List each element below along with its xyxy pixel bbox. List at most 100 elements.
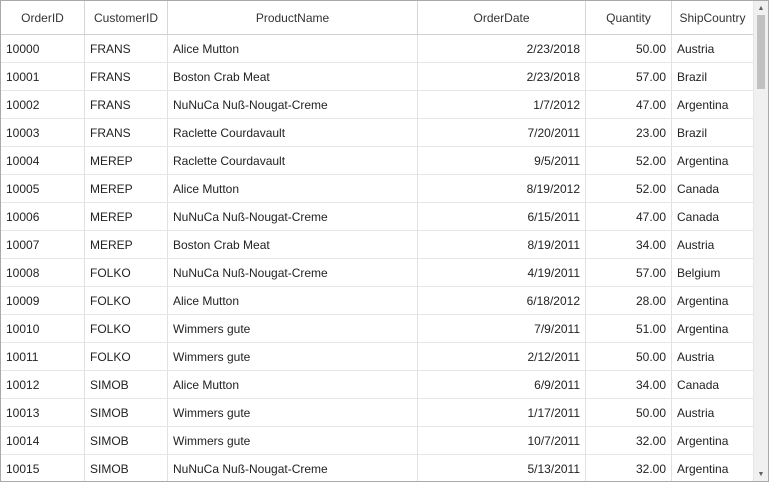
column-header-productname[interactable]: ProductName [168, 1, 418, 34]
cell-productname[interactable]: Wimmers gute [168, 399, 418, 426]
cell-orderdate[interactable]: 6/18/2012 [418, 287, 586, 314]
cell-customerid[interactable]: FOLKO [85, 343, 168, 370]
cell-quantity[interactable]: 52.00 [586, 175, 672, 202]
column-header-orderdate[interactable]: OrderDate [418, 1, 586, 34]
cell-orderdate[interactable]: 1/17/2011 [418, 399, 586, 426]
cell-orderid[interactable]: 10011 [1, 343, 85, 370]
table-row[interactable]: 10008 FOLKO NuNuCa Nuß-Nougat-Creme 4/19/20… [1, 259, 754, 287]
cell-quantity[interactable]: 50.00 [586, 399, 672, 426]
cell-shipcountry[interactable]: Austria [672, 399, 754, 426]
cell-shipcountry[interactable]: Argentina [672, 147, 754, 174]
cell-customerid[interactable]: FOLKO [85, 259, 168, 286]
cell-orderid[interactable]: 10015 [1, 455, 85, 481]
cell-orderdate[interactable]: 5/13/2011 [418, 455, 586, 481]
cell-quantity[interactable]: 52.00 [586, 147, 672, 174]
cell-quantity[interactable]: 51.00 [586, 315, 672, 342]
cell-quantity[interactable]: 50.00 [586, 343, 672, 370]
table-row[interactable]: 10004 MEREP Raclette Courdavault 9/5/2011 52… [1, 147, 754, 175]
cell-shipcountry[interactable]: Austria [672, 35, 754, 62]
cell-orderdate[interactable]: 4/19/2011 [418, 259, 586, 286]
scrollbar-thumb[interactable] [757, 15, 765, 89]
cell-orderdate[interactable]: 2/23/2018 [418, 63, 586, 90]
cell-productname[interactable]: Alice Mutton [168, 371, 418, 398]
cell-customerid[interactable]: SIMOB [85, 399, 168, 426]
cell-orderid[interactable]: 10014 [1, 427, 85, 454]
cell-orderid[interactable]: 10006 [1, 203, 85, 230]
cell-quantity[interactable]: 32.00 [586, 427, 672, 454]
cell-shipcountry[interactable]: Austria [672, 343, 754, 370]
cell-productname[interactable]: NuNuCa Nuß-Nougat-Creme [168, 455, 418, 481]
cell-productname[interactable]: Raclette Courdavault [168, 147, 418, 174]
cell-customerid[interactable]: MEREP [85, 231, 168, 258]
cell-productname[interactable]: Alice Mutton [168, 35, 418, 62]
column-header-shipcountry[interactable]: ShipCountry [672, 1, 754, 34]
cell-customerid[interactable]: MEREP [85, 203, 168, 230]
cell-orderid[interactable]: 10000 [1, 35, 85, 62]
cell-productname[interactable]: Wimmers gute [168, 315, 418, 342]
cell-orderdate[interactable]: 6/15/2011 [418, 203, 586, 230]
cell-quantity[interactable]: 50.00 [586, 35, 672, 62]
cell-productname[interactable]: Alice Mutton [168, 175, 418, 202]
cell-customerid[interactable]: SIMOB [85, 455, 168, 481]
cell-customerid[interactable]: SIMOB [85, 371, 168, 398]
cell-customerid[interactable]: FRANS [85, 119, 168, 146]
cell-customerid[interactable]: FOLKO [85, 315, 168, 342]
cell-orderdate[interactable]: 1/7/2012 [418, 91, 586, 118]
cell-shipcountry[interactable]: Argentina [672, 287, 754, 314]
cell-orderid[interactable]: 10010 [1, 315, 85, 342]
table-row[interactable]: 10010 FOLKO Wimmers gute 7/9/2011 51.00 Argen… [1, 315, 754, 343]
table-row[interactable]: 10006 MEREP NuNuCa Nuß-Nougat-Creme 6/15/20… [1, 203, 754, 231]
table-row[interactable]: 10005 MEREP Alice Mutton 8/19/2012 52.00 Cana… [1, 175, 754, 203]
cell-quantity[interactable]: 32.00 [586, 455, 672, 481]
cell-quantity[interactable]: 23.00 [586, 119, 672, 146]
cell-orderdate[interactable]: 8/19/2011 [418, 231, 586, 258]
column-header-customerid[interactable]: CustomerID [85, 1, 168, 34]
cell-productname[interactable]: Alice Mutton [168, 287, 418, 314]
cell-shipcountry[interactable]: Canada [672, 203, 754, 230]
cell-orderdate[interactable]: 9/5/2011 [418, 147, 586, 174]
table-row[interactable]: 10002 FRANS NuNuCa Nuß-Nougat-Creme 1/7/201… [1, 91, 754, 119]
cell-quantity[interactable]: 57.00 [586, 259, 672, 286]
cell-orderid[interactable]: 10007 [1, 231, 85, 258]
cell-productname[interactable]: Wimmers gute [168, 343, 418, 370]
cell-productname[interactable]: NuNuCa Nuß-Nougat-Creme [168, 259, 418, 286]
cell-customerid[interactable]: FOLKO [85, 287, 168, 314]
cell-orderdate[interactable]: 2/23/2018 [418, 35, 586, 62]
cell-quantity[interactable]: 28.00 [586, 287, 672, 314]
cell-orderid[interactable]: 10002 [1, 91, 85, 118]
cell-productname[interactable]: Wimmers gute [168, 427, 418, 454]
cell-shipcountry[interactable]: Austria [672, 231, 754, 258]
cell-customerid[interactable]: FRANS [85, 91, 168, 118]
cell-customerid[interactable]: SIMOB [85, 427, 168, 454]
cell-shipcountry[interactable]: Canada [672, 371, 754, 398]
chevron-down-icon[interactable]: ▼ [754, 467, 768, 481]
cell-quantity[interactable]: 34.00 [586, 371, 672, 398]
cell-shipcountry[interactable]: Argentina [672, 315, 754, 342]
vertical-scrollbar[interactable]: ▲ ▼ [753, 1, 768, 481]
table-row[interactable]: 10011 FOLKO Wimmers gute 2/12/2011 50.00 Aust… [1, 343, 754, 371]
cell-shipcountry[interactable]: Brazil [672, 63, 754, 90]
cell-shipcountry[interactable]: Belgium [672, 259, 754, 286]
cell-shipcountry[interactable]: Argentina [672, 91, 754, 118]
table-row[interactable]: 10014 SIMOB Wimmers gute 10/7/2011 32.00 Arge… [1, 427, 754, 455]
chevron-up-icon[interactable]: ▲ [754, 1, 768, 15]
cell-orderid[interactable]: 10003 [1, 119, 85, 146]
cell-orderid[interactable]: 10013 [1, 399, 85, 426]
cell-shipcountry[interactable]: Brazil [672, 119, 754, 146]
table-row[interactable]: 10000 FRANS Alice Mutton 2/23/2018 50.00 Aust… [1, 35, 754, 63]
table-row[interactable]: 10013 SIMOB Wimmers gute 1/17/2011 50.00 Aust… [1, 399, 754, 427]
cell-shipcountry[interactable]: Argentina [672, 455, 754, 481]
cell-customerid[interactable]: MEREP [85, 147, 168, 174]
cell-orderdate[interactable]: 6/9/2011 [418, 371, 586, 398]
cell-quantity[interactable]: 34.00 [586, 231, 672, 258]
cell-productname[interactable]: Boston Crab Meat [168, 231, 418, 258]
cell-customerid[interactable]: MEREP [85, 175, 168, 202]
cell-orderdate[interactable]: 2/12/2011 [418, 343, 586, 370]
cell-orderid[interactable]: 10005 [1, 175, 85, 202]
cell-productname[interactable]: NuNuCa Nuß-Nougat-Creme [168, 91, 418, 118]
column-header-quantity[interactable]: Quantity [586, 1, 672, 34]
table-row[interactable]: 10015 SIMOB NuNuCa Nuß-Nougat-Creme 5/13/20… [1, 455, 754, 481]
cell-orderdate[interactable]: 8/19/2012 [418, 175, 586, 202]
table-row[interactable]: 10003 FRANS Raclette Courdavault 7/20/2011 2… [1, 119, 754, 147]
table-row[interactable]: 10009 FOLKO Alice Mutton 6/18/2012 28.00 Arge… [1, 287, 754, 315]
